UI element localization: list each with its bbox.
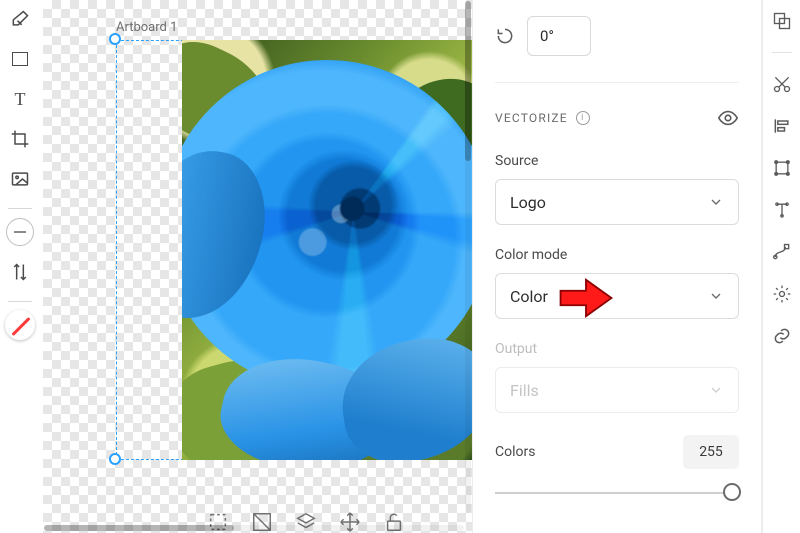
source-select-value: Logo [510, 193, 546, 212]
color-mode-label: Color mode [495, 247, 739, 263]
color-mode-select[interactable]: Color [495, 273, 739, 319]
right-toolbar [762, 0, 800, 533]
source-label: Source [495, 153, 739, 169]
colors-count-input[interactable]: 255 [683, 435, 739, 469]
selection-handle-top-left[interactable] [109, 33, 121, 45]
crop-tool[interactable] [3, 122, 37, 156]
rotation-input[interactable]: 0° [527, 16, 591, 56]
selection-handle-bottom-left[interactable] [109, 453, 121, 465]
left-toolbar: T [0, 0, 40, 533]
canvas-area[interactable]: Artboard 1 [42, 0, 472, 533]
slider-knob[interactable] [723, 483, 741, 501]
preview-toggle-icon[interactable] [717, 107, 739, 129]
chevron-down-icon [708, 194, 724, 210]
chevron-down-icon [708, 382, 724, 398]
image-tool[interactable] [3, 162, 37, 196]
combine-shapes-icon[interactable] [767, 6, 797, 36]
canvas-scrollbar-vertical[interactable] [465, 1, 471, 513]
info-icon[interactable]: i [576, 111, 590, 125]
colors-label: Colors [495, 444, 535, 460]
rectangle-tool[interactable] [3, 42, 37, 76]
align-left-icon[interactable] [767, 111, 797, 141]
arrange-tool[interactable] [3, 255, 37, 289]
vectorize-heading: VECTORIZE [495, 111, 568, 125]
link-icon[interactable] [767, 321, 797, 351]
colors-slider[interactable] [495, 481, 739, 505]
chevron-down-icon [708, 288, 724, 304]
output-select-value: Fills [510, 381, 539, 400]
stroke-width-tool[interactable] [3, 215, 37, 249]
artwork-image[interactable] [182, 40, 472, 460]
no-stroke-swatch[interactable] [3, 308, 37, 342]
transform-icon[interactable] [767, 153, 797, 183]
source-select[interactable]: Logo [495, 179, 739, 225]
properties-panel: 0° VECTORIZE i Source Logo Color mode Co… [472, 0, 762, 533]
text-tool[interactable]: T [3, 82, 37, 116]
eraser-tool[interactable] [3, 2, 37, 36]
artboard-label: Artboard 1 [116, 20, 177, 35]
canvas-scrollbar-horizontal[interactable] [44, 525, 464, 531]
path-icon[interactable] [767, 237, 797, 267]
settings-icon[interactable] [767, 279, 797, 309]
cut-icon[interactable] [767, 69, 797, 99]
color-mode-select-value: Color [510, 287, 548, 306]
output-label: Output [495, 341, 739, 357]
rotate-ccw-icon[interactable] [495, 26, 515, 46]
output-select: Fills [495, 367, 739, 413]
type-transform-icon[interactable] [767, 195, 797, 225]
